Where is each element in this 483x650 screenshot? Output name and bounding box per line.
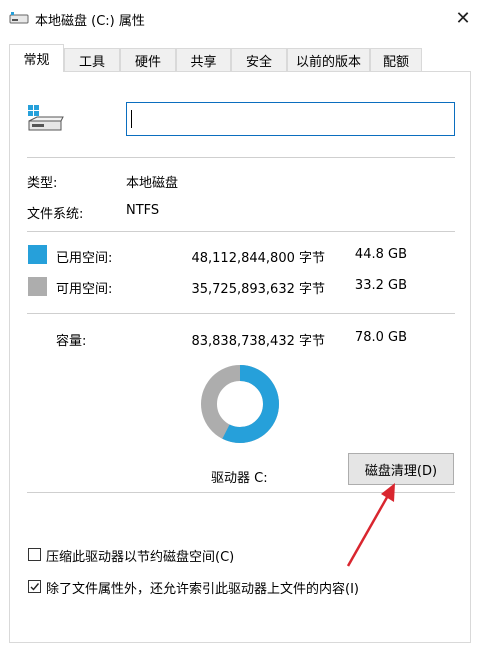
capacity-bytes: 83,838,738,432 字节 xyxy=(191,334,325,349)
tab-sharing[interactable]: 共享 xyxy=(176,48,231,71)
tab-label: 以前的版本 xyxy=(295,54,361,70)
divider xyxy=(27,313,455,314)
annotation-arrow xyxy=(346,483,395,567)
used-space-gb: 44.8 GB xyxy=(354,247,407,262)
hard-drive-icon xyxy=(28,105,64,131)
drive-label: 驱动器 C: xyxy=(211,471,268,486)
used-space-label: 已用空间: xyxy=(56,251,113,266)
filesystem-value: NTFS xyxy=(126,203,160,218)
compress-label: 压缩此驱动器以节约磁盘空间(C) xyxy=(46,550,235,565)
index-label: 除了文件属性外，还允许索引此驱动器上文件的内容(I) xyxy=(46,582,359,597)
capacity-gb: 78.0 GB xyxy=(354,330,407,345)
tab-label: 安全 xyxy=(245,54,272,70)
index-checkbox[interactable] xyxy=(28,580,41,593)
text-caret xyxy=(131,110,132,128)
divider xyxy=(27,157,455,158)
type-label: 类型: xyxy=(27,176,58,191)
free-space-swatch xyxy=(28,277,47,296)
capacity-label: 容量: xyxy=(56,334,87,349)
filesystem-label: 文件系统: xyxy=(27,207,84,222)
tab-quota[interactable]: 配额 xyxy=(370,48,422,71)
tab-label: 工具 xyxy=(78,54,105,70)
free-space-gb: 33.2 GB xyxy=(354,278,407,293)
arrow-head xyxy=(381,483,395,502)
divider xyxy=(27,231,455,232)
type-value: 本地磁盘 xyxy=(126,176,179,191)
close-button[interactable]: ✕ xyxy=(449,4,477,32)
tab-hardware[interactable]: 硬件 xyxy=(120,48,176,71)
tab-label: 硬件 xyxy=(134,54,161,70)
close-icon: ✕ xyxy=(455,7,471,29)
compress-checkbox[interactable] xyxy=(28,548,41,561)
tab-label: 常规 xyxy=(23,53,50,68)
window-title: 本地磁盘 (C:) 属性 xyxy=(35,14,145,29)
drive-icon xyxy=(9,12,29,24)
used-space-bytes: 48,112,844,800 字节 xyxy=(191,251,325,266)
tab-security[interactable]: 安全 xyxy=(231,48,287,71)
usage-donut-chart xyxy=(201,365,279,443)
arrow-shaft xyxy=(346,491,392,567)
used-space-swatch xyxy=(28,245,47,264)
free-space-bytes: 35,725,893,632 字节 xyxy=(191,282,325,297)
volume-name-input[interactable] xyxy=(126,102,455,136)
tab-general[interactable]: 常规 xyxy=(9,44,64,72)
tab-label: 共享 xyxy=(190,54,217,70)
tab-tools[interactable]: 工具 xyxy=(64,48,120,71)
tab-label: 配额 xyxy=(382,54,409,70)
free-space-label: 可用空间: xyxy=(56,282,113,297)
tab-previous-versions[interactable]: 以前的版本 xyxy=(287,48,370,71)
